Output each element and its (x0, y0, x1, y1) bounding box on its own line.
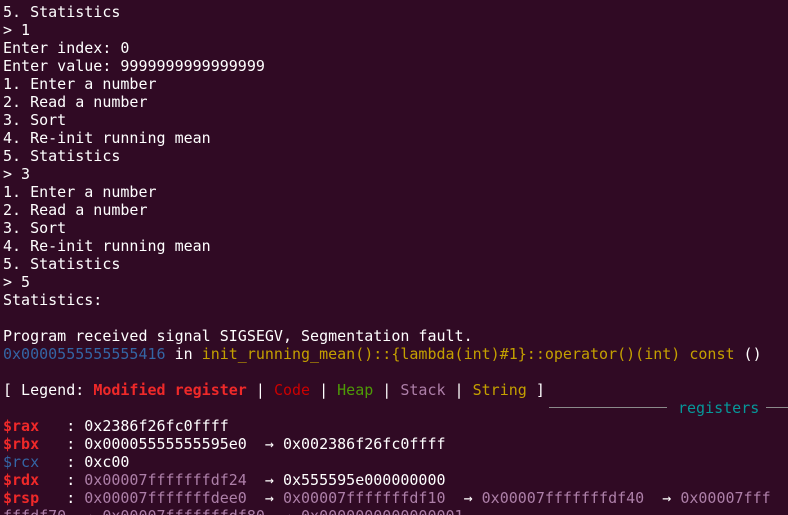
register-value: 0x2386f26fc0ffff (84, 417, 229, 435)
section-divider (549, 407, 667, 408)
register-deref: 0x00007fffffffdf40 (481, 489, 645, 507)
output-line: > 1 (3, 21, 31, 39)
legend-open: [ Legend: (3, 381, 94, 399)
partial-line: fffdf70 → 0x00007fffffffdf80 → 0x0000000… (3, 507, 464, 515)
arrow-icon: → (662, 489, 672, 507)
legend-sep: | (246, 381, 274, 399)
crash-function: init_running_mean()::{lambda(int)#1}::op… (201, 345, 735, 363)
legend-modified-register: Modified register (93, 381, 247, 399)
register-deref: 0x555595e000000000 (282, 471, 446, 489)
register-colon: : (66, 471, 76, 489)
register-name: $rbx (3, 435, 40, 453)
terminal-window[interactable]: 5. Statistics > 1 Enter index: 0 Enter v… (0, 0, 788, 515)
register-row: $rcx : 0xc00 (3, 453, 129, 471)
legend-sep: | (445, 381, 473, 399)
registers-section-label: registers (678, 399, 760, 417)
arrow-icon: → (264, 471, 274, 489)
register-deref: 0x00007fffffffdf10 (282, 489, 446, 507)
legend-string: String (472, 381, 527, 399)
register-row: $rax : 0x2386f26fc0ffff (3, 417, 229, 435)
output-line: 4. Re-init running mean (3, 237, 211, 255)
output-line: 2. Read a number (3, 93, 148, 111)
legend-sep: | (373, 381, 401, 399)
output-line: 1. Enter a number (3, 75, 157, 93)
output-line: 4. Re-init running mean (3, 129, 211, 147)
arrow-icon: → (463, 489, 473, 507)
legend-stack: Stack (400, 381, 446, 399)
register-value: 0x00005555555595e0 (84, 435, 247, 453)
register-value: 0x00007fffffffdee0 (84, 489, 247, 507)
register-colon: : (66, 417, 76, 435)
arrow-icon: → (264, 489, 274, 507)
section-divider (766, 407, 788, 408)
legend-close: ] (526, 381, 545, 399)
register-value: 0xc00 (84, 453, 130, 471)
output-line: Enter index: 0 (3, 39, 130, 57)
register-deref: 0x00007fff (680, 489, 771, 507)
legend-code: Code (273, 381, 311, 399)
crash-args: () (743, 345, 762, 363)
register-name: $rdx (3, 471, 40, 489)
legend-sep: | (310, 381, 338, 399)
register-colon: : (66, 435, 76, 453)
crash-address: 0x0000555555555416 (3, 345, 166, 363)
output-line: 1. Enter a number (3, 183, 157, 201)
register-colon: : (66, 453, 76, 471)
register-name: $rcx (3, 453, 40, 471)
register-colon: : (66, 489, 76, 507)
register-row: $rdx : 0x00007fffffffdf24 → 0x555595e000… (3, 471, 446, 489)
register-deref: 0x002386f26fc0ffff (282, 435, 446, 453)
register-name: $rsp (3, 489, 40, 507)
output-line: 2. Read a number (3, 201, 148, 219)
arrow-icon: → (264, 435, 274, 453)
output-line: 5. Statistics (3, 3, 121, 21)
register-row: $rbx : 0x00005555555595e0 → 0x002386f26f… (3, 435, 446, 453)
crash-location-line: 0x0000555555555416 in init_running_mean(… (3, 345, 762, 363)
output-line: > 5 (3, 273, 31, 291)
in-word: in (174, 345, 193, 363)
output-line: 5. Statistics (3, 147, 121, 165)
output-line: > 3 (3, 165, 31, 183)
output-line: 3. Sort (3, 111, 67, 129)
output-line: 3. Sort (3, 219, 67, 237)
output-line: 5. Statistics (3, 255, 121, 273)
register-name: $rax (3, 417, 40, 435)
register-value: 0x00007fffffffdf24 (84, 471, 247, 489)
output-line: Statistics: (3, 291, 103, 309)
register-row: $rsp : 0x00007fffffffdee0 → 0x00007fffff… (3, 489, 771, 507)
output-line: Enter value: 9999999999999999 (3, 57, 265, 75)
legend-line: [ Legend: Modified register | Code | Hea… (3, 381, 545, 399)
legend-heap: Heap (337, 381, 374, 399)
signal-message: Program received signal SIGSEGV, Segment… (3, 327, 473, 345)
